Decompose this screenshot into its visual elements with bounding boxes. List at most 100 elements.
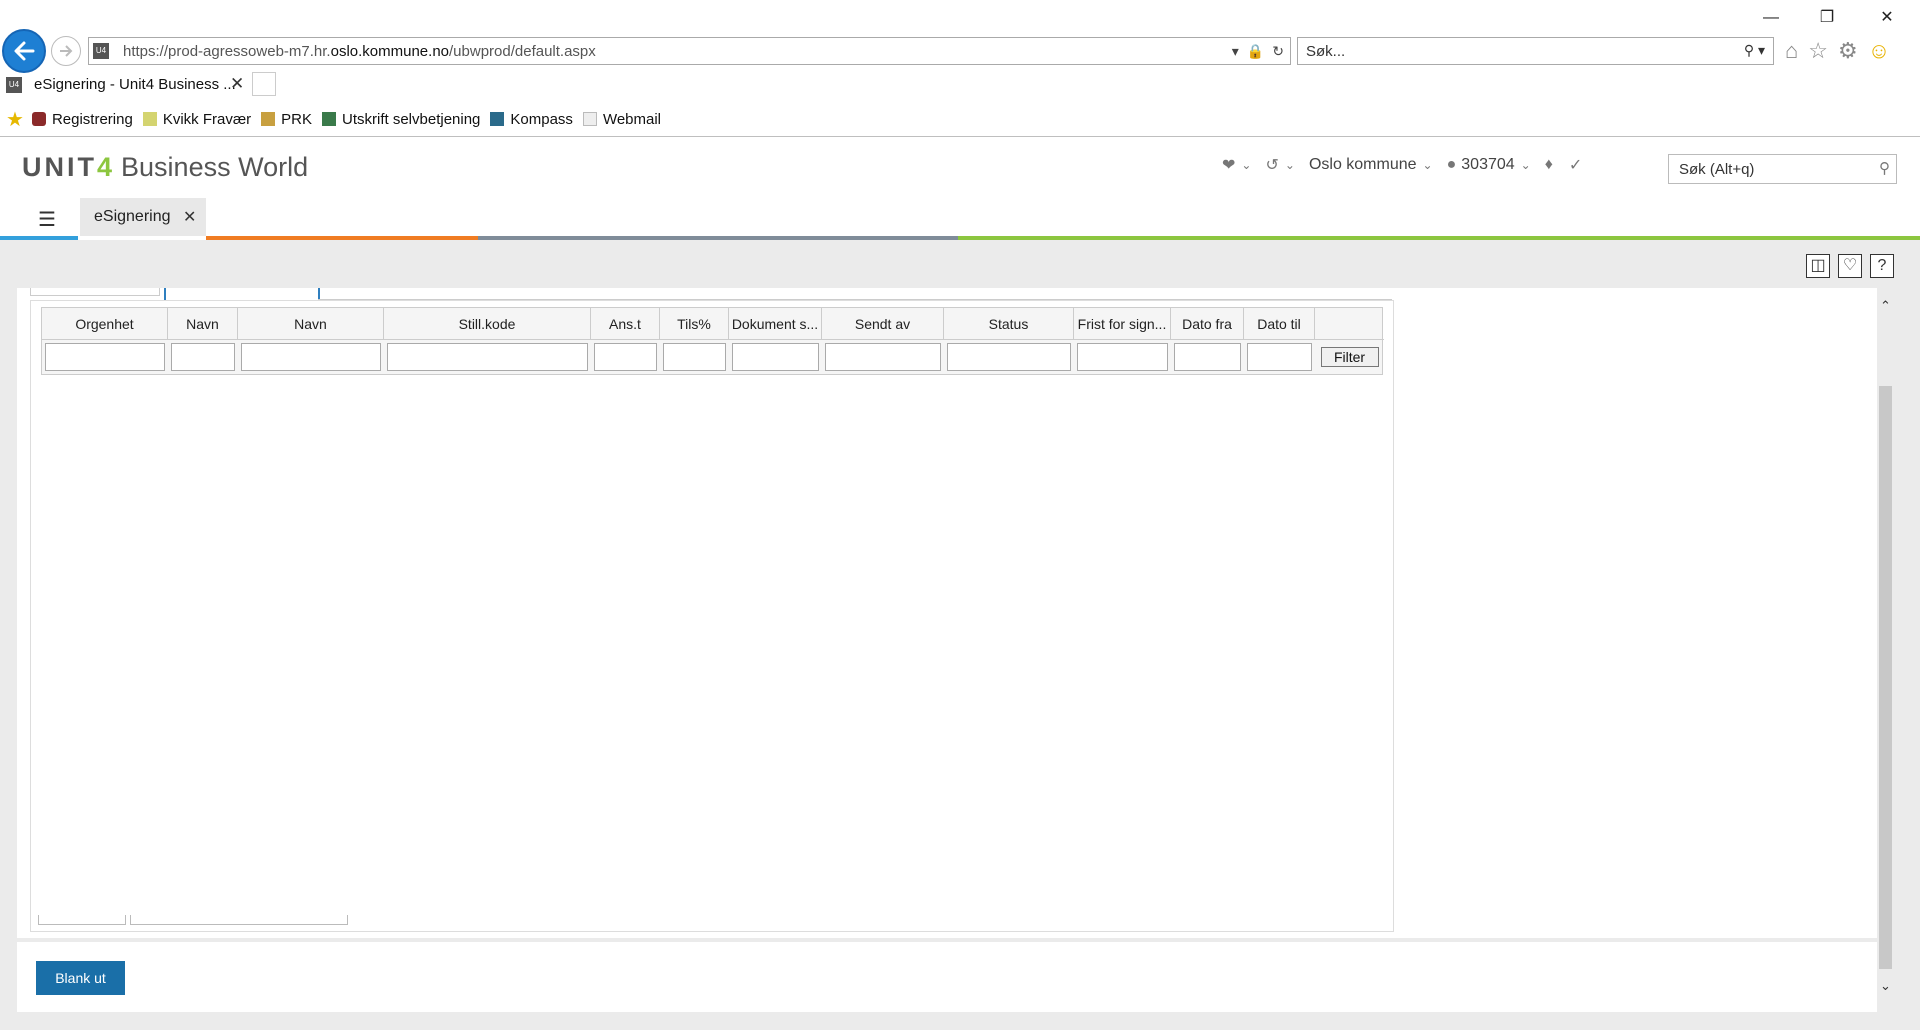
close-tab-icon[interactable]: ✕	[230, 74, 244, 94]
pager-control[interactable]	[38, 915, 126, 925]
gear-icon[interactable]: ⚙	[1838, 38, 1858, 64]
close-window-icon[interactable]: ✕	[1872, 6, 1902, 30]
filter-sendt-av-input[interactable]	[825, 343, 941, 371]
favorite-webmail[interactable]: Webmail	[582, 111, 661, 128]
col-header-frist[interactable]: Frist for sign...	[1074, 308, 1171, 340]
url-domain: oslo.kommune.no	[330, 43, 450, 60]
app-tab-bar: ☰ eSignering ✕	[0, 196, 1920, 236]
minimize-icon[interactable]: —	[1756, 6, 1786, 30]
list-menu-icon: ☰	[38, 209, 56, 231]
col-header-ans-t[interactable]: Ans.t	[591, 308, 660, 340]
col-header-dato-fra[interactable]: Dato fra	[1171, 308, 1244, 340]
footer-bar	[17, 942, 1877, 1012]
search-icon[interactable]: ⚲ ▾	[1744, 42, 1765, 59]
logo-brand: UNIT	[22, 152, 97, 182]
filter-cell	[822, 340, 944, 374]
col-header-dato-til[interactable]: Dato til	[1244, 308, 1315, 340]
scroll-down-icon[interactable]: ⌄	[1877, 978, 1894, 994]
lock-icon[interactable]: 🔒	[1247, 43, 1264, 60]
favorite-registrering[interactable]: Registrering	[31, 111, 133, 128]
filter-dato-fra-input[interactable]	[1174, 343, 1241, 371]
new-tab-button[interactable]	[252, 72, 276, 96]
col-header-tils-pct[interactable]: Tils%	[660, 308, 729, 340]
chevron-down-icon[interactable]: ⌄	[1285, 158, 1295, 172]
favorite-kvikk-fravaer[interactable]: Kvikk Fravær	[142, 111, 251, 128]
address-tools: ▾ 🔒 ↻	[1232, 41, 1284, 61]
filter-tils-pct-input[interactable]	[663, 343, 726, 371]
filter-navn-2-input[interactable]	[241, 343, 381, 371]
heart-icon[interactable]: ❤	[1222, 155, 1235, 175]
favorite-heart-icon[interactable]: ♡	[1838, 254, 1862, 278]
menu-button[interactable]: ☰	[16, 201, 78, 235]
grid-panel: Orgenhet Navn Navn Still.kode Ans.t Tils…	[30, 300, 1394, 932]
app-search-input[interactable]: Søk (Alt+q) ⚲	[1668, 154, 1897, 184]
help-icon[interactable]: ?	[1870, 254, 1894, 278]
esignering-grid: Orgenhet Navn Navn Still.kode Ans.t Tils…	[41, 307, 1384, 375]
pager-control[interactable]	[130, 915, 348, 925]
filter-orgenhet-input[interactable]	[45, 343, 165, 371]
browser-tab-title[interactable]: eSignering - Unit4 Business ...	[34, 76, 236, 93]
user-id[interactable]: 303704	[1461, 156, 1514, 174]
favorite-utskrift[interactable]: Utskrift selvbetjening	[322, 111, 480, 128]
col-header-orgenhet[interactable]: Orgenhet	[42, 308, 168, 340]
filter-dokument-input[interactable]	[732, 343, 819, 371]
filter-cell	[42, 340, 168, 374]
smiley-icon[interactable]: ☺	[1868, 38, 1890, 64]
search-icon[interactable]: ⚲	[1879, 159, 1890, 177]
address-bar[interactable]: U4 https://prod-agressoweb-m7.hr.oslo.ko…	[88, 37, 1291, 65]
company-selector[interactable]: Oslo kommune	[1309, 156, 1417, 174]
filter-cell: Filter	[1315, 340, 1384, 374]
scroll-up-icon[interactable]: ⌃	[1877, 298, 1894, 314]
forward-button[interactable]	[51, 36, 81, 66]
filter-cell	[168, 340, 238, 374]
split-view-icon[interactable]: ◫	[1806, 254, 1830, 278]
favorite-prk[interactable]: PRK	[261, 111, 312, 128]
col-header-dokument[interactable]: Dokument s...	[729, 308, 822, 340]
history-icon[interactable]: ↺	[1265, 155, 1278, 175]
dropdown-icon[interactable]: ▾	[1232, 43, 1239, 60]
utskrift-icon	[322, 112, 336, 126]
back-button[interactable]	[2, 29, 46, 73]
col-header-navn-2[interactable]: Navn	[238, 308, 384, 340]
filter-button[interactable]: Filter	[1320, 347, 1379, 367]
kompass-icon	[490, 112, 505, 126]
site-favicon: U4	[93, 43, 109, 59]
chevron-down-icon[interactable]: ⌄	[1521, 158, 1531, 172]
chevron-down-icon[interactable]: ⌄	[1241, 158, 1251, 172]
home-icon[interactable]: ⌂	[1785, 38, 1798, 64]
vertical-scrollbar[interactable]: ⌃ ⌄	[1877, 298, 1894, 1004]
close-tab-icon[interactable]: ✕	[183, 207, 196, 227]
filter-cell	[591, 340, 660, 374]
filter-cell	[729, 340, 822, 374]
col-header-sendt-av[interactable]: Sendt av	[822, 308, 944, 340]
filter-cell	[660, 340, 729, 374]
app-search-placeholder: Søk (Alt+q)	[1679, 161, 1755, 178]
chevron-down-icon[interactable]: ⌄	[1423, 158, 1433, 172]
blank-ut-button[interactable]: Blank ut	[36, 961, 125, 995]
col-header-status[interactable]: Status	[944, 308, 1074, 340]
checkmark-icon[interactable]: ✓	[1569, 155, 1582, 175]
address-url[interactable]: https://prod-agressoweb-m7.hr.oslo.kommu…	[123, 43, 596, 60]
subtab-strip	[30, 288, 1392, 300]
favorites-star-icon[interactable]: ☆	[1808, 38, 1828, 64]
bell-icon[interactable]: ♦	[1545, 156, 1553, 174]
restore-icon[interactable]: ❐	[1812, 6, 1842, 30]
favorites-star-icon[interactable]: ★	[6, 107, 24, 132]
user-icon[interactable]: ●	[1447, 156, 1457, 174]
col-header-navn[interactable]: Navn	[168, 308, 238, 340]
scroll-thumb[interactable]	[1879, 386, 1892, 969]
header-toolbar: ❤ ⌄ ↺ ⌄ Oslo kommune ⌄ ● 303704 ⌄ ♦ ✓	[1222, 155, 1582, 175]
col-header-still-kode[interactable]: Still.kode	[384, 308, 591, 340]
filter-cell	[1074, 340, 1171, 374]
logo-product: Business World	[121, 152, 309, 182]
filter-ans-t-input[interactable]	[594, 343, 657, 371]
refresh-icon[interactable]: ↻	[1272, 43, 1284, 60]
tab-esignering[interactable]: eSignering ✕	[80, 198, 206, 236]
filter-navn-input[interactable]	[171, 343, 235, 371]
filter-dato-til-input[interactable]	[1247, 343, 1312, 371]
filter-still-kode-input[interactable]	[387, 343, 588, 371]
filter-frist-input[interactable]	[1077, 343, 1168, 371]
filter-status-input[interactable]	[947, 343, 1071, 371]
browser-search-box[interactable]: Søk... ⚲ ▾	[1297, 37, 1774, 65]
favorite-kompass[interactable]: Kompass	[490, 111, 573, 128]
